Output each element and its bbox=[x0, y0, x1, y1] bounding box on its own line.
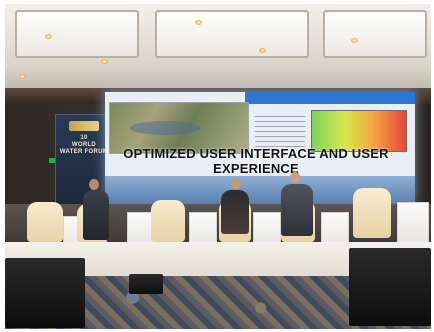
screen-header-bar bbox=[245, 92, 415, 104]
ceiling-light bbox=[45, 34, 52, 39]
floor-speaker bbox=[5, 258, 85, 328]
stage-monitor bbox=[129, 274, 163, 294]
panelist-2 bbox=[221, 190, 249, 234]
ceiling bbox=[5, 4, 431, 96]
panelist-3 bbox=[281, 184, 313, 236]
side-table bbox=[397, 202, 429, 244]
ceiling-light bbox=[259, 48, 266, 53]
event-photo: 10 WORLD WATER FORUM OPTIMIZED USER INTE… bbox=[5, 4, 431, 329]
ceiling-coffer bbox=[323, 10, 427, 58]
armchair bbox=[353, 188, 391, 238]
panelist-1-head bbox=[89, 179, 99, 190]
banner-line-3: WATER FORUM bbox=[59, 149, 109, 155]
ceiling-light bbox=[195, 20, 202, 25]
ceiling-light bbox=[351, 38, 358, 43]
panelist-2-head bbox=[231, 178, 241, 189]
ceiling-light bbox=[101, 59, 108, 64]
ceiling-light bbox=[19, 74, 26, 79]
panelist-3-head bbox=[290, 172, 300, 183]
ceiling-coffer bbox=[15, 10, 139, 58]
forum-logo bbox=[69, 121, 99, 131]
floor-speaker bbox=[349, 248, 431, 326]
banner-line-2: WORLD bbox=[71, 142, 97, 148]
screen-text-block bbox=[255, 112, 305, 148]
panelist-1 bbox=[83, 190, 109, 240]
banner-line-1: 10 bbox=[80, 135, 88, 141]
screen-caption: OPTIMIZED USER INTERFACE AND USER EXPERI… bbox=[123, 146, 389, 176]
ceiling-coffer bbox=[155, 10, 309, 58]
armchair bbox=[151, 200, 185, 242]
armchair bbox=[27, 202, 63, 242]
